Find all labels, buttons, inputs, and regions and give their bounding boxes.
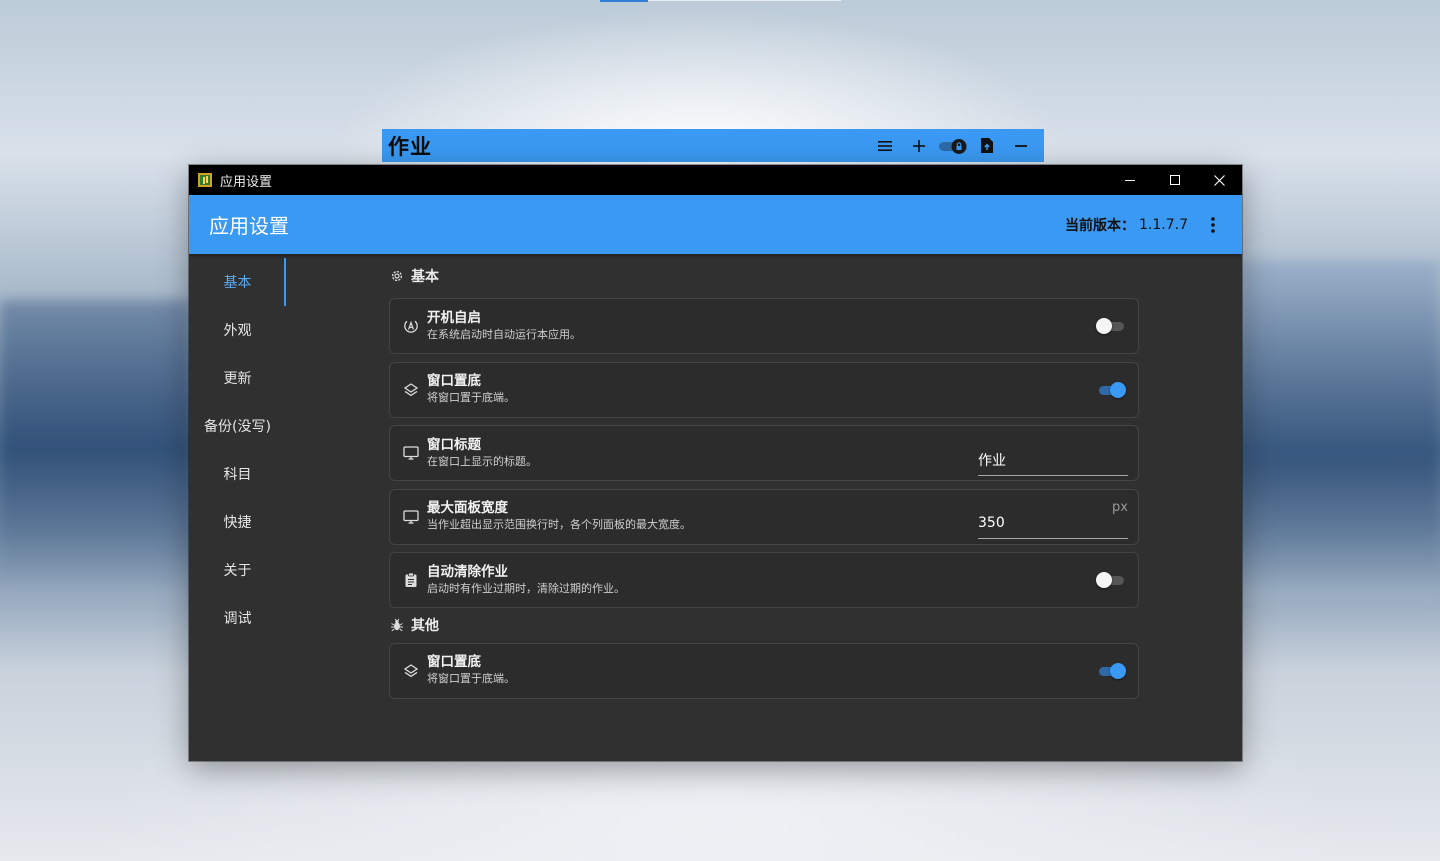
section-basic-header: 基本 <box>389 254 1139 298</box>
app-icon <box>198 173 212 187</box>
window-titlebar[interactable]: 应用设置 <box>189 165 1242 195</box>
menu-button[interactable] <box>868 129 902 162</box>
other-window-bottom-subtitle: 将窗口置于底端。 <box>427 672 515 685</box>
setting-auto-clear: 自动清除作业 启动时有作业过期时，清除过期的作业。 <box>389 552 1139 608</box>
autostart-title: 开机自启 <box>427 309 481 326</box>
bug-icon <box>389 617 405 633</box>
window-title: 应用设置 <box>220 174 273 190</box>
sidebar-item-subjects[interactable]: 科目 <box>189 450 286 498</box>
settings-content: 基本 开机自启 在系统启动时自动运行本应用。 窗口置底 将窗口置于底端。 窗口标… <box>389 254 1139 706</box>
section-other-header: 其他 <box>389 610 1139 640</box>
more-vertical-icon <box>1211 216 1215 233</box>
screen-top-line <box>648 0 841 1</box>
settings-body: 基本 外观 更新 备份(没写) 科目 快捷 关于 调试 基本 开机自启 在系统启… <box>189 254 1242 761</box>
close-icon <box>1214 174 1225 186</box>
maximize-icon <box>1169 175 1180 185</box>
settings-window: 应用设置 应用设置 当前版本： 1.1.7.7 基本 外观 更新 备份(没写) … <box>189 165 1242 761</box>
more-options-button[interactable] <box>1200 210 1226 240</box>
setting-other-window-bottom: 窗口置底 将窗口置于底端。 <box>389 642 1139 699</box>
other-window-bottom-toggle[interactable] <box>1096 662 1126 680</box>
maximize-button[interactable] <box>1152 165 1197 195</box>
homework-widget-bar: 作业 <box>382 129 1044 162</box>
lock-toggle-icon <box>939 138 967 154</box>
max-width-subtitle: 当作业超出显示范围换行时，各个列面板的最大宽度。 <box>427 518 691 531</box>
window-controls <box>1107 165 1242 195</box>
plus-icon <box>913 139 925 152</box>
section-other-title: 其他 <box>411 617 439 634</box>
section-basic-title: 基本 <box>411 269 439 285</box>
sidebar-item-basic[interactable]: 基本 <box>189 258 286 306</box>
sidebar-item-update[interactable]: 更新 <box>189 354 286 402</box>
export-button[interactable] <box>970 129 1004 162</box>
monitor-icon <box>403 509 419 525</box>
sidebar-item-appearance[interactable]: 外观 <box>189 306 286 354</box>
auto-clear-title: 自动清除作业 <box>427 563 508 580</box>
max-width-title: 最大面板宽度 <box>427 500 508 516</box>
sidebar-item-backup[interactable]: 备份(没写) <box>189 402 286 450</box>
setting-window-title: 窗口标题 在窗口上显示的标题。 <box>389 425 1139 481</box>
window-title-label: 窗口标题 <box>427 436 481 453</box>
other-window-bottom-title: 窗口置底 <box>427 654 481 670</box>
settings-sidebar: 基本 外观 更新 备份(没写) 科目 快捷 关于 调试 <box>189 258 286 642</box>
window-bottom-subtitle: 将窗口置于底端。 <box>427 391 515 404</box>
setting-max-panel-width: 最大面板宽度 当作业超出显示范围换行时，各个列面板的最大宽度。 px <box>389 488 1139 545</box>
window-title-field <box>978 431 1128 476</box>
window-bottom-toggle[interactable] <box>1096 381 1126 399</box>
window-title-subtitle: 在窗口上显示的标题。 <box>427 454 537 468</box>
clipboard-icon <box>403 572 419 588</box>
autostart-subtitle: 在系统启动时自动运行本应用。 <box>427 327 581 341</box>
auto-clear-subtitle: 启动时有作业过期时，清除过期的作业。 <box>427 581 625 595</box>
page-title: 应用设置 <box>209 214 289 238</box>
window-bottom-title: 窗口置底 <box>427 373 481 389</box>
monitor-icon <box>403 445 419 461</box>
window-title-input[interactable] <box>978 451 1128 468</box>
minimize-button[interactable] <box>1107 165 1152 195</box>
version-label: 当前版本： <box>1065 217 1136 234</box>
layers-icon <box>403 382 419 398</box>
close-button[interactable] <box>1197 165 1242 195</box>
setting-window-bottom: 窗口置底 将窗口置于底端。 <box>389 361 1139 418</box>
gear-icon <box>389 268 405 284</box>
file-export-icon <box>981 138 993 153</box>
max-width-field: px <box>978 494 1128 539</box>
max-width-unit: px <box>1112 500 1128 515</box>
autostart-icon <box>403 318 419 334</box>
sidebar-item-about[interactable]: 关于 <box>189 546 286 594</box>
sidebar-item-debug[interactable]: 调试 <box>189 594 286 642</box>
minimize-widget-button[interactable] <box>1004 129 1038 162</box>
max-width-input[interactable] <box>978 515 1128 531</box>
desktop-background <box>0 300 190 600</box>
desktop-background-right <box>1240 260 1440 600</box>
version-value: 1.1.7.7 <box>1139 216 1188 233</box>
minimize-icon <box>1124 180 1135 181</box>
add-button[interactable] <box>902 129 936 162</box>
minus-icon <box>1015 144 1027 147</box>
sidebar-item-shortcuts[interactable]: 快捷 <box>189 498 286 546</box>
menu-icon <box>878 140 892 151</box>
layers-icon <box>403 663 419 679</box>
setting-autostart: 开机自启 在系统启动时自动运行本应用。 <box>389 298 1139 354</box>
autostart-toggle[interactable] <box>1096 317 1126 335</box>
lock-toggle[interactable] <box>936 129 970 162</box>
auto-clear-toggle[interactable] <box>1096 571 1126 589</box>
app-header: 应用设置 当前版本： 1.1.7.7 <box>189 195 1242 254</box>
widget-title: 作业 <box>388 134 432 159</box>
screen-top-indicator <box>600 0 648 2</box>
